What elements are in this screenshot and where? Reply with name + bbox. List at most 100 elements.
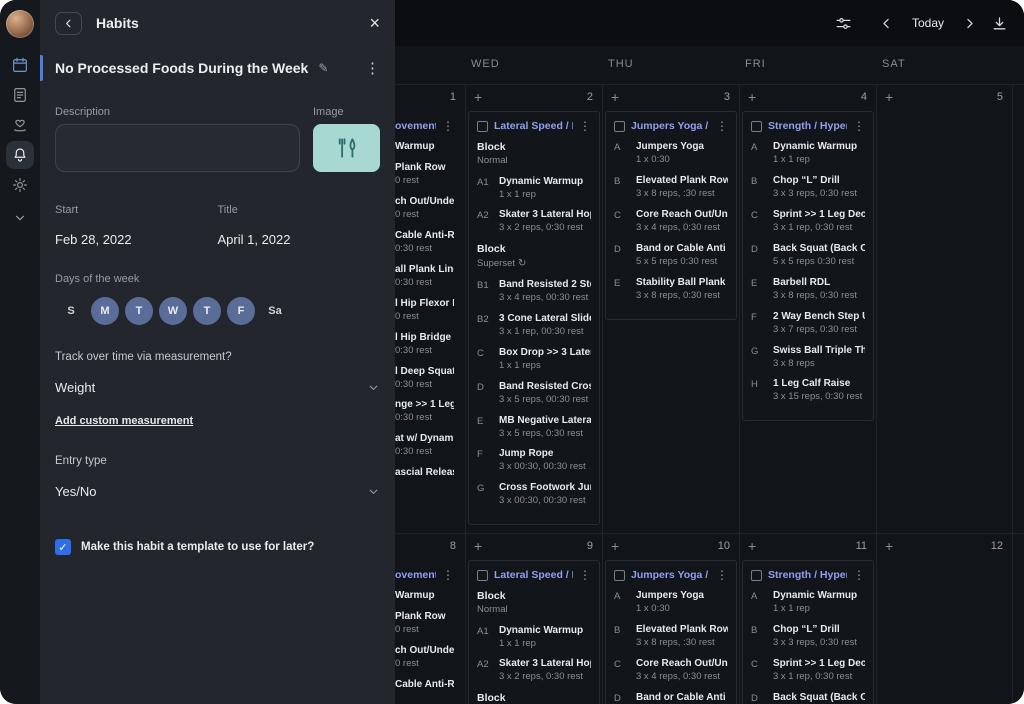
workout-menu-icon[interactable]: ⋮	[716, 120, 728, 132]
day-number: 5	[997, 91, 1003, 103]
exercise-name: Barbell RDL	[773, 277, 865, 289]
workout-checkbox[interactable]	[477, 121, 488, 132]
workout-menu-icon[interactable]: ⋮	[442, 120, 454, 132]
exercise-name: ch Out/Under	[395, 645, 454, 657]
add-workout-button[interactable]: +	[611, 540, 619, 552]
exercise-item: all Plank Linear ...0:30 rest	[395, 264, 454, 289]
end-date-value[interactable]: April 1, 2022	[218, 232, 381, 247]
exercise-body: Jumpers Yoga 1 x 0:30	[636, 141, 728, 166]
exercise-item: Cable Anti-Rotati...	[395, 679, 454, 691]
day-toggle-m[interactable]: M	[91, 297, 119, 325]
workout-card: Strength / Hypertro...⋮ADynamic Warmup1 …	[742, 111, 874, 421]
workout-title[interactable]: Lateral Speed / Plyo	[494, 569, 573, 581]
start-date-value[interactable]: Feb 28, 2022	[55, 232, 218, 247]
workout-checkbox[interactable]	[614, 570, 625, 581]
exercise-detail: 1 x 0:30	[636, 155, 728, 166]
add-workout-button[interactable]: +	[611, 91, 619, 103]
exercise-name: Cross Footwork Jump Rope	[499, 482, 591, 494]
exercise-body: Band or Cable Anti Rotati...5 x 5 reps 0…	[636, 692, 728, 704]
workout-menu-icon[interactable]: ⋮	[579, 569, 591, 581]
settings-gear-icon[interactable]	[6, 171, 34, 199]
close-icon[interactable]: ×	[369, 14, 380, 32]
calendar-day-cell: +2Lateral Speed / Plyo⋮BlockNormalA1Dyna…	[465, 85, 602, 533]
exercise-detail: 3 x 00:30, 00:30 rest	[499, 462, 591, 473]
block-item: BlockSuperset↻	[477, 243, 591, 270]
day-of-week-header: THU	[608, 58, 634, 70]
exercise-name: Swiss Ball Triple Threat	[773, 345, 865, 357]
workout-card-header: Jumpers Yoga / Core ⋮	[614, 120, 728, 132]
workout-title[interactable]: Jumpers Yoga / Core	[631, 120, 710, 132]
calendar-icon[interactable]	[6, 51, 34, 79]
add-workout-button[interactable]: +	[885, 91, 893, 103]
workout-checkbox[interactable]	[477, 570, 488, 581]
template-checkbox-row[interactable]: ✓ Make this habit a template to use for …	[55, 539, 380, 555]
image-picker[interactable]	[313, 124, 380, 172]
day-cell-header: +3	[603, 85, 739, 103]
workout-menu-icon[interactable]: ⋮	[716, 569, 728, 581]
notifications-bell-icon[interactable]	[6, 141, 34, 169]
description-input[interactable]	[55, 124, 300, 172]
documents-icon[interactable]	[6, 81, 34, 109]
workout-checkbox[interactable]	[614, 121, 625, 132]
workout-menu-icon[interactable]: ⋮	[442, 569, 454, 581]
add-workout-button[interactable]: +	[748, 540, 756, 552]
exercise-item: EMB Negative Lateral Hop...3 x 5 reps, 0…	[477, 415, 591, 440]
exercise-name: Jumpers Yoga	[636, 141, 728, 153]
exercise-name: Core Reach Out/Under	[636, 209, 728, 221]
exercise-label: E	[751, 277, 773, 302]
collapse-chevron-icon[interactable]	[6, 204, 34, 232]
exercise-detail: 1 x 1 rep	[773, 155, 865, 166]
exercise-name: Plank Row	[395, 162, 454, 174]
previous-week-button[interactable]	[879, 16, 894, 31]
workout-menu-icon[interactable]: ⋮	[853, 569, 865, 581]
add-workout-button[interactable]: +	[474, 91, 482, 103]
workout-title[interactable]: Strength / Hypertro...	[768, 569, 847, 581]
workout-checkbox[interactable]	[751, 121, 762, 132]
day-toggle-sa[interactable]: Sa	[261, 297, 289, 325]
workout-menu-icon[interactable]: ⋮	[579, 120, 591, 132]
exercise-detail: 3 x 1 rep, 0:30 rest	[773, 223, 865, 234]
exercise-label: C	[614, 209, 636, 234]
workout-title[interactable]: ovement Q...	[395, 120, 436, 132]
health-heart-icon[interactable]	[6, 111, 34, 139]
add-workout-button[interactable]: +	[748, 91, 756, 103]
edit-icon[interactable]: ✎	[318, 61, 328, 75]
habit-title: No Processed Foods During the Week	[55, 60, 308, 76]
exercise-name: Dynamic Warmup	[773, 141, 865, 153]
day-toggle-t[interactable]: T	[125, 297, 153, 325]
measurement-select[interactable]: Weight	[55, 377, 380, 397]
next-week-button[interactable]	[962, 16, 977, 31]
exercise-detail: 0:30 rest	[395, 278, 454, 289]
habit-menu-icon[interactable]: ⋮	[365, 59, 380, 77]
fork-knife-icon	[334, 135, 360, 161]
exercise-label: E	[614, 277, 636, 302]
day-toggle-t[interactable]: T	[193, 297, 221, 325]
entry-type-select[interactable]: Yes/No	[55, 481, 380, 501]
workout-menu-icon[interactable]: ⋮	[853, 120, 865, 132]
day-toggle-f[interactable]: F	[227, 297, 255, 325]
workout-title[interactable]: Lateral Speed / Plyo	[494, 120, 573, 132]
download-icon[interactable]	[991, 15, 1008, 32]
workout-title[interactable]: Strength / Hypertro...	[768, 120, 847, 132]
exercise-detail: 5 x 5 reps 0:30 rest	[773, 257, 865, 268]
filters-icon[interactable]	[834, 14, 853, 33]
template-checkbox[interactable]: ✓	[55, 539, 71, 555]
exercise-item: Warmup	[395, 141, 454, 153]
exercise-detail: 0:30 rest	[395, 346, 454, 357]
workout-title[interactable]: ovement Q...	[395, 569, 436, 581]
workout-checkbox[interactable]	[751, 570, 762, 581]
back-button[interactable]	[55, 12, 82, 35]
day-toggle-w[interactable]: W	[159, 297, 187, 325]
add-workout-button[interactable]: +	[885, 540, 893, 552]
day-toggle-s[interactable]: S	[57, 297, 85, 325]
today-button[interactable]: Today	[912, 16, 944, 30]
exercise-body: Band Resisted Crossover...3 x 5 reps, 00…	[499, 381, 591, 406]
workout-title[interactable]: Jumpers Yoga / Core	[631, 569, 710, 581]
exercise-body: Skater 3 Lateral Hops >> ...3 x 2 reps, …	[499, 658, 591, 683]
avatar[interactable]	[6, 10, 34, 38]
add-custom-measurement-link[interactable]: Add custom measurement	[55, 415, 193, 427]
exercise-name: Back Squat (Back Off Set)	[773, 692, 865, 704]
block-item: BlockNormal	[477, 590, 591, 616]
add-workout-button[interactable]: +	[474, 540, 482, 552]
exercise-label: D	[477, 381, 499, 406]
